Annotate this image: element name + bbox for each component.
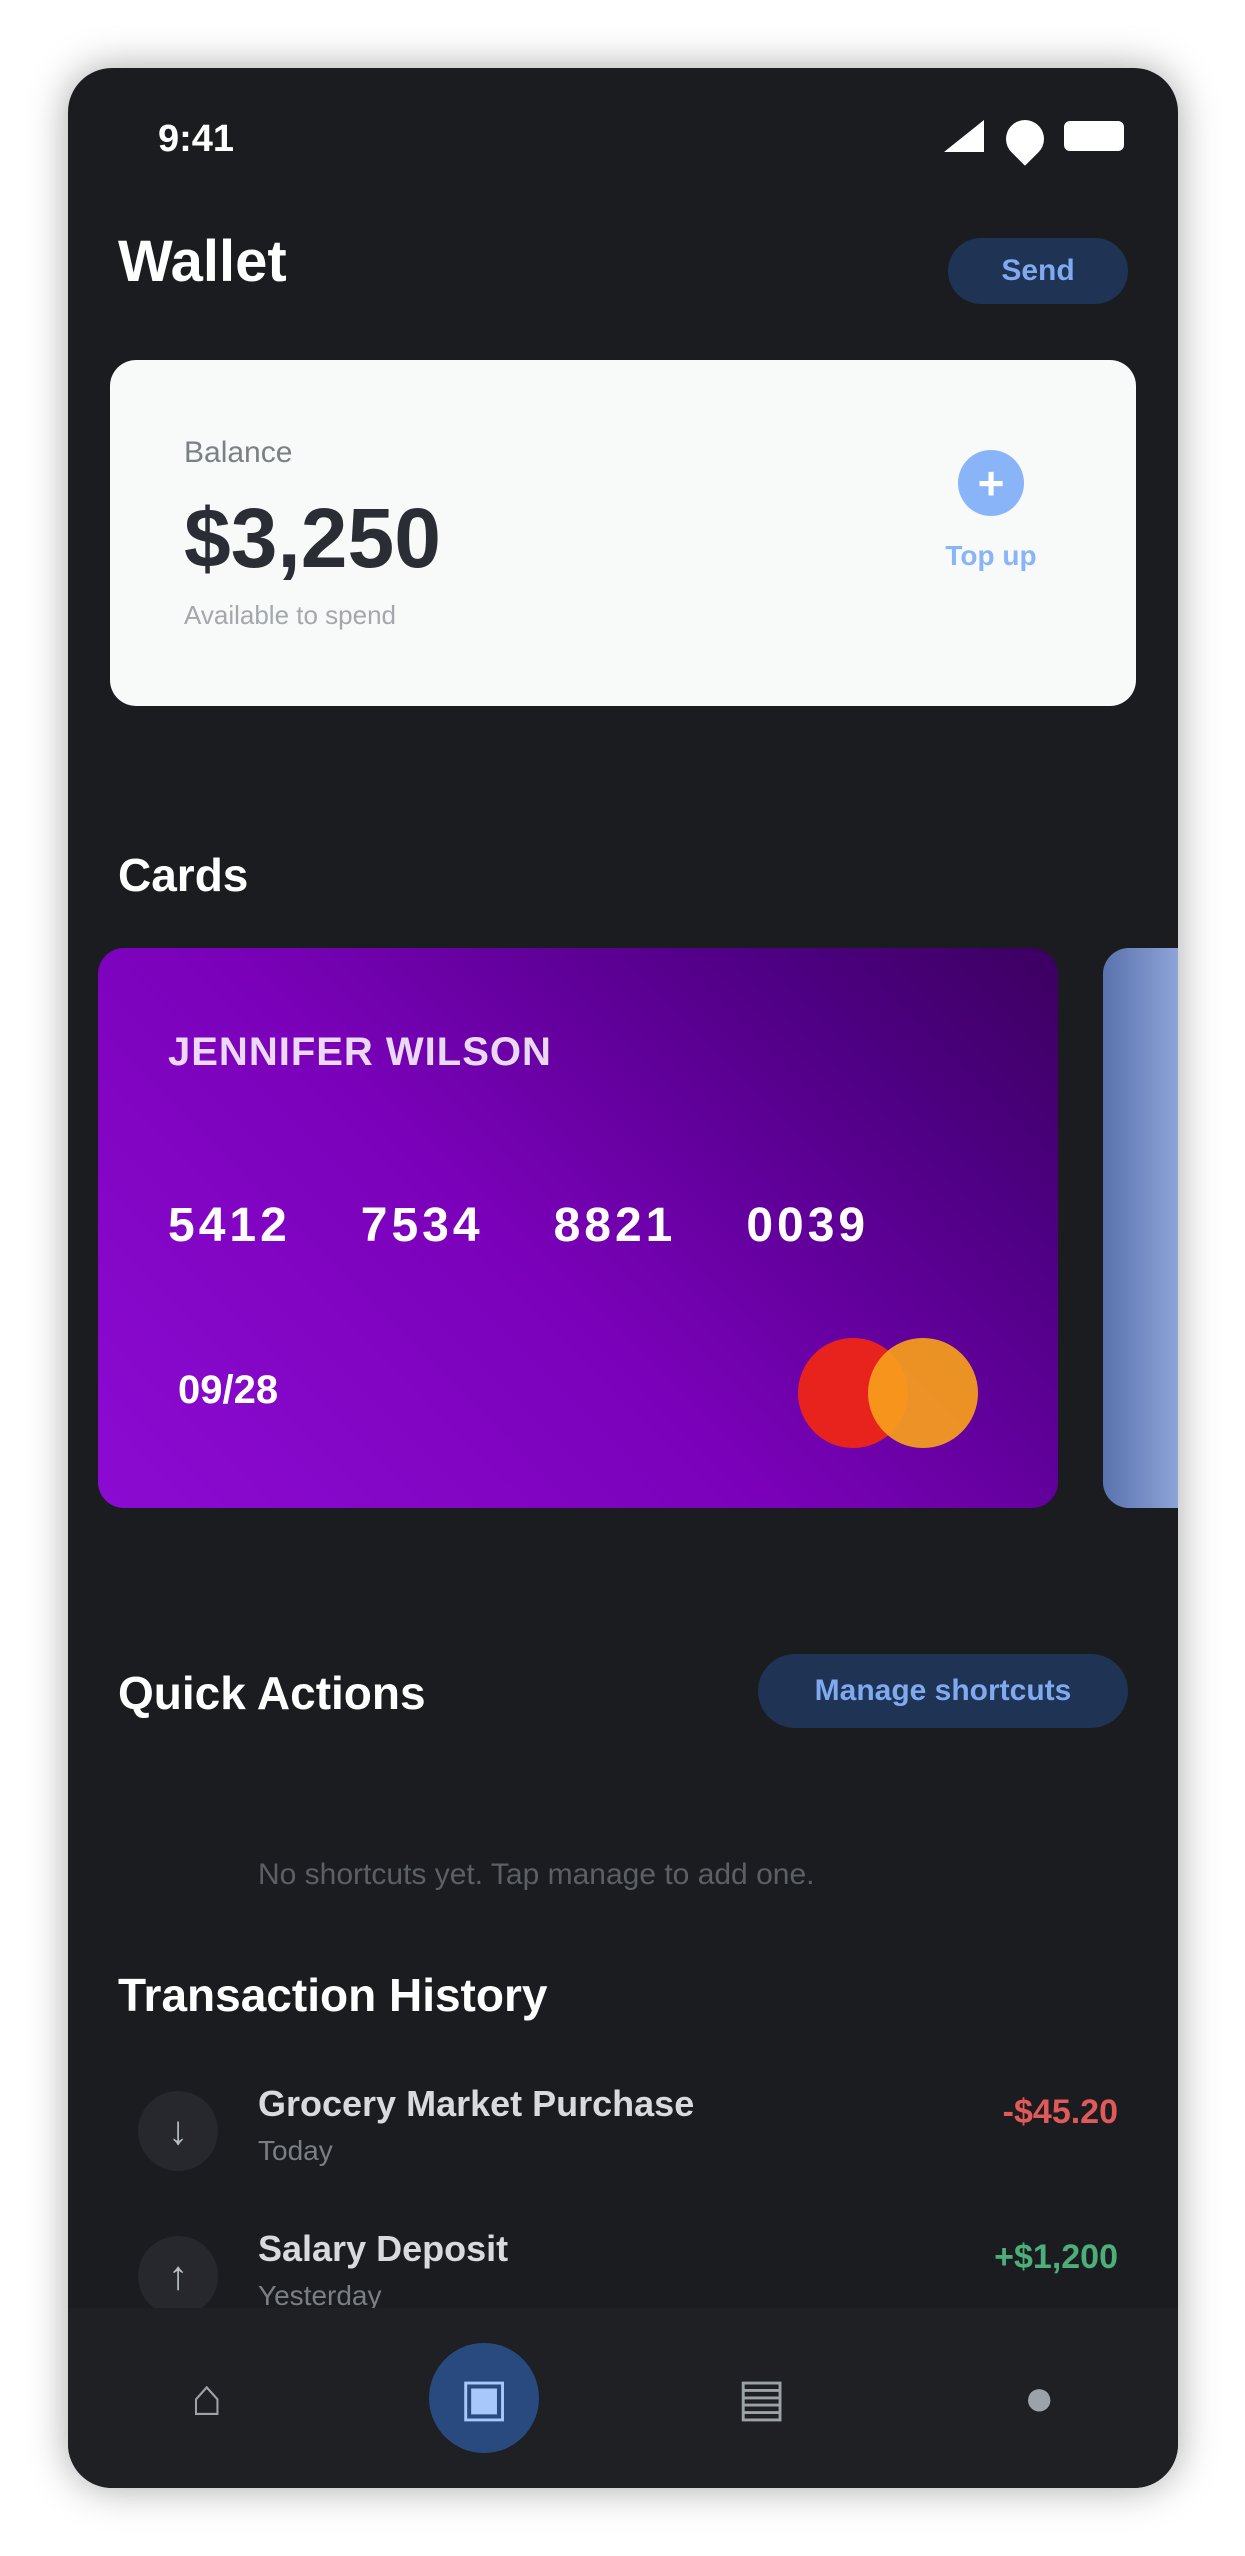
phone-screen: 9:41 Wallet Send Balance $3,250 Availabl… bbox=[68, 68, 1178, 2488]
transaction-name: Grocery Market Purchase bbox=[258, 2083, 695, 2124]
mastercard-orange-circle bbox=[868, 1338, 978, 1448]
status-icons bbox=[944, 120, 1124, 152]
status-time: 9:41 bbox=[158, 118, 235, 160]
top-up-label: Top up bbox=[945, 540, 1037, 571]
card-holder-name: JENNIFER WILSON bbox=[168, 1030, 552, 1074]
transaction-amount: +$1,200 bbox=[994, 2238, 1118, 2276]
transaction-row[interactable]: ↓ Grocery Market Purchase Today -$45.20 bbox=[118, 2073, 1128, 2193]
plus-icon: + bbox=[958, 450, 1024, 516]
transactions-title: Transaction History bbox=[118, 1969, 548, 2021]
mastercard-logo-icon bbox=[798, 1338, 978, 1448]
arrow-up-icon: ↑ bbox=[138, 2236, 218, 2316]
chart-icon[interactable]: ▤ bbox=[707, 2343, 817, 2453]
manage-shortcuts-button[interactable]: Manage shortcuts bbox=[758, 1654, 1128, 1728]
top-up-button[interactable]: + Top up bbox=[916, 450, 1066, 572]
arrow-down-icon: ↓ bbox=[138, 2091, 218, 2171]
page-title: Wallet bbox=[118, 229, 287, 294]
quick-actions-empty-note: No shortcuts yet. Tap manage to add one. bbox=[258, 1858, 815, 1891]
bottom-navigation: ⌂ ▣ ▤ ● bbox=[68, 2308, 1178, 2488]
cards-section-title: Cards bbox=[118, 849, 249, 901]
transaction-name: Salary Deposit bbox=[258, 2228, 509, 2269]
balance-card: Balance $3,250 Available to spend + Top … bbox=[110, 360, 1136, 706]
card-number-group: 8821 bbox=[553, 1199, 677, 1252]
signal-icon bbox=[944, 120, 986, 152]
card-number-group: 7534 bbox=[360, 1199, 484, 1252]
home-icon[interactable]: ⌂ bbox=[152, 2343, 262, 2453]
status-bar: 9:41 bbox=[68, 68, 1178, 188]
wallet-icon[interactable]: ▣ bbox=[429, 2343, 540, 2453]
card-number: 5412 7534 8821 0039 bbox=[168, 1198, 869, 1253]
quick-actions-title: Quick Actions bbox=[118, 1667, 426, 1719]
next-card-peek[interactable] bbox=[1103, 948, 1178, 1508]
card-number-group: 0039 bbox=[746, 1199, 870, 1252]
balance-subtitle: Available to spend bbox=[184, 600, 397, 630]
transaction-date: Today bbox=[258, 2135, 333, 2166]
card-expiry: 09/28 bbox=[178, 1368, 279, 1412]
card-number-group: 5412 bbox=[168, 1199, 291, 1252]
send-button[interactable]: Send bbox=[948, 238, 1128, 304]
profile-icon[interactable]: ● bbox=[984, 2343, 1094, 2453]
credit-card[interactable]: JENNIFER WILSON 5412 7534 8821 0039 09/2… bbox=[98, 948, 1058, 1508]
balance-label: Balance bbox=[184, 436, 293, 469]
transaction-amount: -$45.20 bbox=[1002, 2093, 1118, 2131]
quick-actions-header: Quick Actions Manage shortcuts bbox=[118, 1648, 1128, 1738]
balance-amount: $3,250 bbox=[184, 491, 441, 585]
battery-icon bbox=[1064, 121, 1124, 151]
wifi-icon bbox=[1004, 120, 1046, 152]
